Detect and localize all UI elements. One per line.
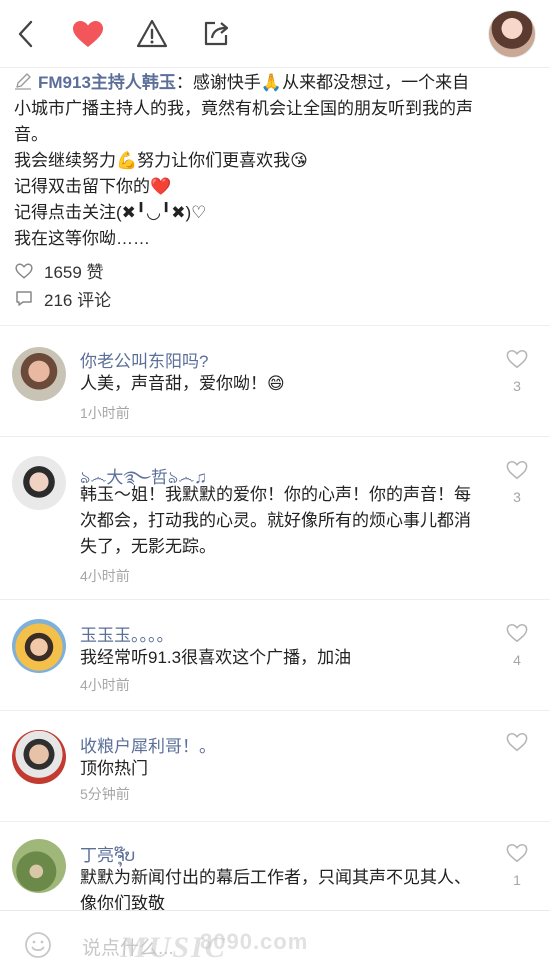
share-icon	[204, 21, 229, 46]
comment-like-count: 3	[513, 378, 521, 394]
comment-item[interactable]: 丁亮ຈຸ໊ບ 默默为新闻付出的幕后工作者，只闻其声不见其人、像你们致敬 1	[0, 823, 550, 913]
share-button[interactable]	[196, 14, 236, 54]
comment-like-count: 4	[513, 652, 521, 668]
comment-like-button[interactable]: 1	[504, 843, 530, 888]
post-line-2: 音。	[14, 125, 48, 144]
comment-like-count: 3	[513, 489, 521, 505]
commenter-avatar[interactable]	[12, 730, 66, 784]
post-line-5: 记得点击关注(✖╹◡╹✖)♡	[14, 203, 207, 222]
comment-time: 5分钟前	[80, 786, 130, 802]
like-icon	[506, 843, 528, 863]
comment-item[interactable]: 你老公叫东阳吗? 人美，声音甜，爱你呦！😄 1小时前 3	[0, 327, 550, 437]
commenter-avatar[interactable]	[12, 456, 66, 510]
post-comments[interactable]: 216 评论	[14, 286, 314, 311]
comment-text: 人美，声音甜，爱你呦！😄	[80, 374, 285, 393]
post-line-6: 我在这等你呦……	[14, 229, 150, 248]
comment-like-button[interactable]	[504, 732, 530, 761]
back-icon	[18, 20, 33, 48]
watermark-sub: 8090.com	[200, 929, 309, 954]
post-line-3: 我会继续努力💪努力让你们更喜欢我😘	[14, 151, 308, 170]
like-icon	[506, 349, 528, 369]
pencil-icon	[15, 73, 31, 90]
emoji-icon[interactable]	[24, 931, 52, 959]
comment-like-button[interactable]: 4	[504, 623, 530, 668]
comment-item[interactable]: ঌ෴大࿐哲ঌ෴♫ 韩玉～姐！我默默的爱你！你的心声！你的声音！每次都会，打动我的…	[0, 438, 550, 600]
post-line-1: 小城市广播主持人的我，竟然有机会让全国的朋友听到我的声	[14, 99, 473, 118]
commenter-avatar[interactable]	[12, 839, 66, 893]
like-post-button[interactable]	[68, 14, 108, 54]
commenter-name[interactable]: 丁亮ຈຸ໊ບ	[80, 841, 135, 866]
post-author[interactable]: FM913主持人韩玉	[38, 73, 176, 92]
comment-input-bar: 说点什么... MUSIC 8090.com	[0, 910, 550, 978]
post-line-text: ：感谢快手🙏从来都没想过，一个来自	[175, 73, 470, 92]
post-likes[interactable]: 1659 赞	[14, 258, 314, 283]
like-icon	[506, 623, 528, 643]
post-text: FM913主持人韩玉：感谢快手🙏从来都没想过，一个来自 小城市广播主持人的我，竟…	[14, 70, 534, 252]
commenter-name[interactable]: 收粮户犀利哥！。	[80, 732, 216, 757]
report-button[interactable]	[132, 14, 172, 54]
comment-time: 4小时前	[80, 677, 130, 693]
likes-count: 1659 赞	[44, 263, 104, 282]
commenter-avatar[interactable]	[12, 619, 66, 673]
author-avatar[interactable]	[488, 10, 536, 58]
post-content: FM913主持人韩玉：感谢快手🙏从来都没想过，一个来自 小城市广播主持人的我，竟…	[0, 68, 550, 326]
post-line-0: FM913主持人韩玉：感谢快手🙏从来都没想过，一个来自	[14, 70, 534, 96]
post-line-4: 记得双击留下你的❤️	[14, 177, 172, 196]
comments-count: 216 评论	[44, 291, 112, 310]
commenter-name[interactable]: 玉玉玉。。。。	[80, 621, 174, 646]
comment-time: 4小时前	[80, 568, 130, 584]
commenter-avatar[interactable]	[12, 347, 66, 401]
comment-like-count: 1	[513, 872, 521, 888]
like-icon	[506, 460, 528, 480]
comment-time: 1小时前	[80, 405, 130, 421]
comment-like-button[interactable]: 3	[504, 349, 530, 394]
back-button[interactable]	[6, 14, 46, 54]
like-icon	[506, 732, 528, 752]
comment-text: 顶你热门	[80, 759, 148, 778]
report-icon	[136, 19, 168, 48]
heart-icon	[73, 21, 103, 47]
comment-text: 我经常听91.3很喜欢这个广播，加油	[80, 648, 352, 667]
comment-item[interactable]: 收粮户犀利哥！。 顶你热门 5分钟前	[0, 712, 550, 822]
comment-text: 韩玉～姐！我默默的爱你！你的心声！你的声音！每次都会，打动我的心灵。就好像所有的…	[80, 485, 471, 556]
comment-like-button[interactable]: 3	[504, 460, 530, 505]
like-icon	[14, 261, 34, 281]
comment-item[interactable]: 玉玉玉。。。。 我经常听91.3很喜欢这个广播，加油 4小时前 4	[0, 601, 550, 711]
top-bar	[0, 0, 550, 68]
commenter-name[interactable]: 你老公叫东阳吗?	[80, 347, 208, 372]
comment-icon	[14, 289, 34, 309]
